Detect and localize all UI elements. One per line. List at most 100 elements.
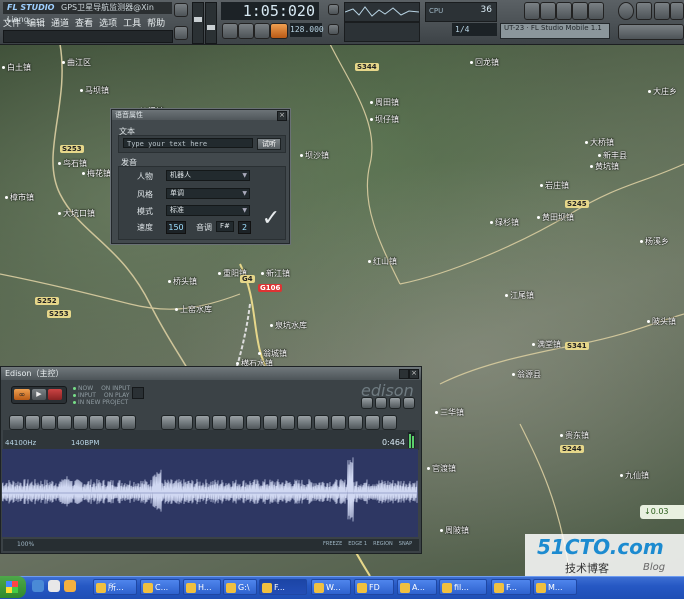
eq-tool-icon[interactable] bbox=[246, 415, 261, 430]
taskbar-button[interactable]: FD bbox=[354, 579, 394, 595]
piano-roll-icon[interactable] bbox=[556, 2, 572, 20]
browser-icon[interactable] bbox=[572, 2, 588, 20]
mode-pattern-button[interactable] bbox=[222, 23, 238, 39]
speech-text-input[interactable]: Type your text here bbox=[123, 138, 253, 148]
accept-checkmark-icon[interactable]: ✓ bbox=[260, 208, 282, 230]
mixer-icon[interactable] bbox=[588, 2, 604, 20]
start-button[interactable] bbox=[0, 576, 26, 598]
play-icon[interactable] bbox=[238, 23, 254, 39]
footer-item[interactable]: SNAP bbox=[399, 541, 412, 547]
waveform[interactable] bbox=[2, 449, 418, 537]
opt-now[interactable]: NOW bbox=[78, 385, 93, 392]
plugin-icon[interactable] bbox=[636, 2, 652, 20]
dialog-title-bar[interactable]: 语音属性 bbox=[112, 110, 289, 120]
fl-title-bar[interactable]: FL STUDIO GPS卫星导航监测器@Xin Liang bbox=[3, 2, 172, 24]
stretch-tool-icon[interactable] bbox=[178, 415, 193, 430]
cut-tool-icon[interactable] bbox=[41, 415, 56, 430]
normalize-tool-icon[interactable] bbox=[195, 415, 210, 430]
taskbar-button[interactable]: H... bbox=[183, 579, 221, 595]
footer-item[interactable]: FREEZE bbox=[323, 541, 342, 547]
cpu-button-icon[interactable] bbox=[618, 2, 634, 20]
menu-item-0[interactable]: 文件 bbox=[3, 16, 21, 29]
paste-tool-icon[interactable] bbox=[73, 415, 88, 430]
taskbar-button[interactable]: 所... bbox=[93, 579, 137, 595]
select-tool-icon[interactable] bbox=[161, 415, 176, 430]
song-position-display[interactable]: 1:05:020 bbox=[221, 2, 319, 20]
edison-title-bar[interactable]: Edison（主控） bbox=[1, 367, 421, 380]
quicklaunch-ie-icon[interactable] bbox=[32, 580, 44, 592]
edison-menu-icon[interactable] bbox=[399, 369, 409, 379]
record-icon[interactable] bbox=[48, 389, 62, 400]
menu-item-6[interactable]: 帮助 bbox=[147, 16, 165, 29]
quicklaunch-desktop-icon[interactable] bbox=[48, 580, 60, 592]
view-tool-icon[interactable] bbox=[105, 415, 120, 430]
opt-new-project[interactable]: IN NEW PROJECT bbox=[78, 399, 128, 406]
snap-toggle-icon[interactable] bbox=[328, 4, 339, 15]
taskbar-button[interactable]: A... bbox=[397, 579, 437, 595]
taskbar-button[interactable]: G:\ bbox=[223, 579, 257, 595]
save-tool-icon[interactable] bbox=[25, 415, 40, 430]
online-news-panel[interactable] bbox=[618, 24, 684, 40]
redo-tool-icon[interactable] bbox=[348, 415, 363, 430]
tempo-display[interactable]: 128.000 bbox=[290, 23, 324, 37]
master-pitch-slider[interactable] bbox=[205, 2, 217, 44]
menu-item-3[interactable]: 查看 bbox=[75, 16, 93, 29]
fade-tool-icon[interactable] bbox=[212, 415, 227, 430]
undo-tool-icon[interactable] bbox=[331, 415, 346, 430]
play-icon[interactable]: ▶ bbox=[32, 389, 46, 400]
edison-nav-icon[interactable] bbox=[375, 397, 387, 409]
drag-tool-icon[interactable] bbox=[365, 415, 380, 430]
snap-select[interactable]: 1/4 bbox=[452, 23, 497, 36]
octave-input[interactable]: 2 bbox=[238, 221, 251, 234]
taskbar-button[interactable]: F... bbox=[491, 579, 531, 595]
record-icon[interactable] bbox=[270, 23, 288, 39]
download-badge[interactable]: ↓0.03 bbox=[640, 505, 684, 519]
copy-tool-icon[interactable] bbox=[57, 415, 72, 430]
trim-tool-icon[interactable] bbox=[89, 415, 104, 430]
footer-item[interactable]: EDGE 1 bbox=[348, 541, 367, 547]
tune-tool-icon[interactable] bbox=[314, 415, 329, 430]
step-sequencer-icon[interactable] bbox=[540, 2, 556, 20]
edison-settings-icon[interactable] bbox=[132, 387, 144, 399]
pattern-down-icon[interactable] bbox=[174, 26, 188, 40]
close-icon[interactable]: × bbox=[277, 111, 287, 121]
taskbar-button[interactable]: F... bbox=[259, 579, 307, 595]
style-select[interactable]: 单调 ▼ bbox=[166, 188, 250, 199]
new-tool-icon[interactable] bbox=[9, 415, 24, 430]
envelope-tool-icon[interactable] bbox=[229, 415, 244, 430]
stop-icon[interactable] bbox=[254, 23, 270, 39]
opt-on-play[interactable]: ON PLAY bbox=[104, 392, 130, 399]
quicklaunch-folder-icon[interactable] bbox=[64, 580, 76, 592]
menu-item-1[interactable]: 编辑 bbox=[27, 16, 45, 29]
close-icon[interactable]: × bbox=[409, 369, 419, 379]
menu-item-2[interactable]: 通道 bbox=[51, 16, 69, 29]
pattern-up-icon[interactable] bbox=[174, 3, 188, 17]
zoom-tool-icon[interactable] bbox=[121, 415, 136, 430]
preview-button[interactable]: 试听 bbox=[257, 138, 281, 150]
taskbar-button[interactable]: M... bbox=[533, 579, 577, 595]
master-volume-slider[interactable] bbox=[192, 2, 204, 44]
loop-icon[interactable]: ∞ bbox=[14, 389, 30, 400]
noise-tool-icon[interactable] bbox=[280, 415, 295, 430]
edison-nav-icon[interactable] bbox=[403, 397, 415, 409]
opt-input[interactable]: INPUT bbox=[78, 392, 96, 399]
metronome-icon[interactable] bbox=[328, 24, 339, 35]
mode-select[interactable]: 标准 ▼ bbox=[166, 205, 250, 216]
help-icon[interactable] bbox=[654, 2, 670, 20]
taskbar-button[interactable]: fil... bbox=[439, 579, 487, 595]
zoom-level[interactable]: 100% bbox=[17, 541, 34, 548]
taskbar-button[interactable]: W... bbox=[311, 579, 351, 595]
playlist-icon[interactable] bbox=[524, 2, 540, 20]
menu-item-4[interactable]: 选项 bbox=[99, 16, 117, 29]
export-tool-icon[interactable] bbox=[382, 415, 397, 430]
loop-tool-icon[interactable] bbox=[297, 415, 312, 430]
taskbar-button[interactable]: C... bbox=[140, 579, 180, 595]
pattern-buttons-panel[interactable] bbox=[344, 22, 420, 42]
opt-on-input[interactable]: ON INPUT bbox=[101, 385, 130, 392]
voice-select[interactable]: 机器人 ▼ bbox=[166, 170, 250, 181]
minimize-icon[interactable] bbox=[670, 2, 684, 20]
menu-item-5[interactable]: 工具 bbox=[123, 16, 141, 29]
footer-item[interactable]: REGION bbox=[373, 541, 393, 547]
edison-nav-icon[interactable] bbox=[361, 397, 373, 409]
edison-nav-icon[interactable] bbox=[389, 397, 401, 409]
